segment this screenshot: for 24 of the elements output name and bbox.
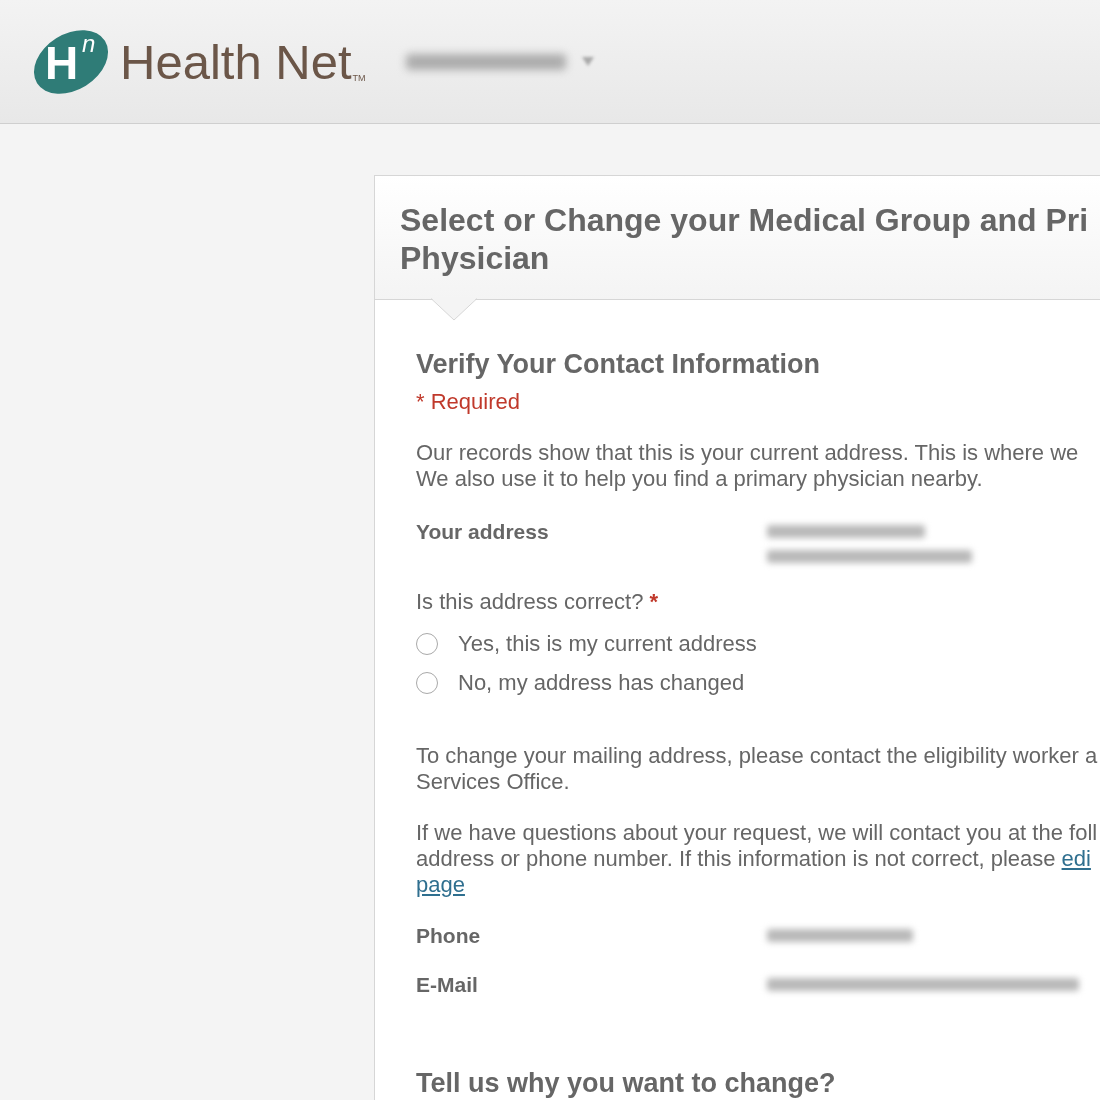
contact-field-label: Phone [416,923,482,949]
address-info-paragraph: Our records show that this is your current address. This is where we We also use it to help you find a primary physician nearby. [416,440,1079,492]
required-asterisk: * [649,589,658,615]
logo-letter: H [45,39,79,86]
logo-wordmark: Health Net [120,34,352,89]
edit-link[interactable]: edi [1061,846,1091,871]
trademark-mark: TM [352,74,366,83]
address-label: Your address [416,519,550,545]
radio-button[interactable] [416,633,438,655]
edit-link[interactable]: page [416,872,465,897]
caret-icon [581,57,594,66]
radio-button[interactable] [416,672,438,694]
radio-label[interactable]: Yes, this is my current address [458,631,757,657]
required-note: * Required [416,389,520,415]
logo-ellipse-icon [32,27,110,96]
question-label: Is this address correct? [416,589,644,615]
section-heading: Tell us why you want to change? [416,1067,836,1099]
mailing-address-paragraph: To change your mailing address, please contact the eligibility worker a Services Office. [416,743,1098,795]
page-title: Select or Change your Medical Group and Pri Physician [400,201,1090,277]
section-heading: Verify Your Contact Information [416,348,821,380]
contact-info-paragraph: If we have questions about your request, we will contact you at the foll address or phone number. If this information is not correct, please edi page [416,820,1098,898]
contact-field-label: E-Mail [416,972,479,998]
radio-label[interactable]: No, my address has changed [458,670,745,696]
logo-superscript: n [82,31,96,56]
